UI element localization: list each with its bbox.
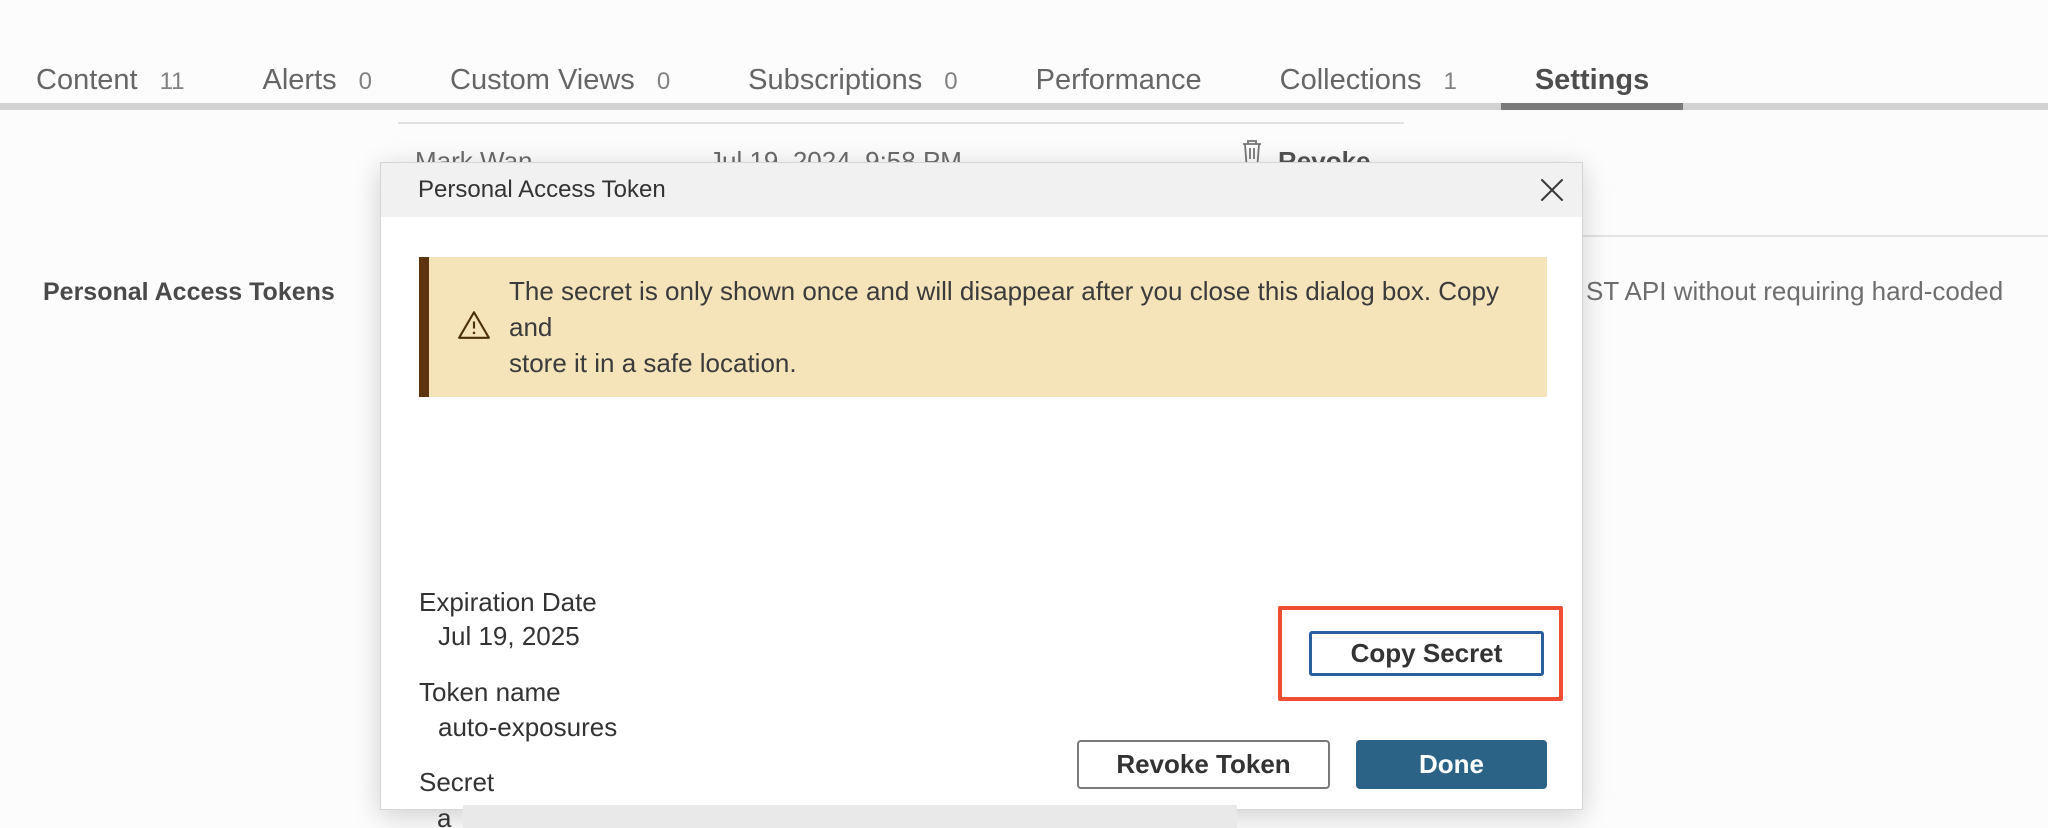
tab-subscriptions[interactable]: Subscriptions 0 xyxy=(714,64,991,103)
tab-bar: Content 11 Alerts 0 Custom Views 0 Subsc… xyxy=(2,0,1693,103)
tab-label: Subscriptions xyxy=(748,64,922,97)
tab-count: 0 xyxy=(657,68,670,96)
tab-count: 1 xyxy=(1443,68,1456,96)
secret-value-row: a xyxy=(437,803,1237,828)
warning-triangle-icon xyxy=(457,309,491,346)
warning-message: The secret is only shown once and will d… xyxy=(509,273,1547,381)
settings-page: Content 11 Alerts 0 Custom Views 0 Subsc… xyxy=(0,0,2048,828)
tabbar-baseline xyxy=(0,103,2048,110)
close-icon[interactable] xyxy=(1538,176,1566,204)
done-button[interactable]: Done xyxy=(1356,740,1547,789)
token-name-label: Token name xyxy=(419,677,561,708)
token-name-value: auto-exposures xyxy=(438,712,617,743)
tab-custom-views[interactable]: Custom Views 0 xyxy=(416,64,704,103)
secret-value: a xyxy=(437,803,451,828)
tab-count: 0 xyxy=(359,68,372,96)
secret-warning-banner: The secret is only shown once and will d… xyxy=(419,257,1547,397)
tab-count: 0 xyxy=(944,68,957,96)
tab-label: Custom Views xyxy=(450,64,635,97)
tab-label: Settings xyxy=(1535,64,1649,97)
section-description-fragment: ST API without requiring hard-coded xyxy=(1586,276,2003,307)
tab-label: Collections xyxy=(1280,64,1422,97)
secret-label: Secret xyxy=(419,767,494,798)
section-divider xyxy=(1583,235,2048,237)
tab-label: Content xyxy=(36,64,138,97)
personal-access-token-dialog: Personal Access Token The secret is only… xyxy=(380,162,1583,810)
secret-masked-bar xyxy=(463,805,1237,828)
copy-secret-button[interactable]: Copy Secret xyxy=(1309,631,1544,676)
section-label: Personal Access Tokens xyxy=(43,278,335,307)
table-row-divider xyxy=(398,122,1404,124)
tab-alerts[interactable]: Alerts 0 xyxy=(229,64,407,103)
tab-performance[interactable]: Performance xyxy=(1002,64,1236,103)
revoke-token-button[interactable]: Revoke Token xyxy=(1077,740,1330,789)
tab-content[interactable]: Content 11 xyxy=(2,64,219,103)
dialog-header: Personal Access Token xyxy=(381,163,1582,217)
tab-settings[interactable]: Settings xyxy=(1501,64,1683,103)
dialog-title: Personal Access Token xyxy=(418,176,666,204)
tab-label: Performance xyxy=(1036,64,1202,97)
tab-collections[interactable]: Collections 1 xyxy=(1246,64,1491,103)
expiration-date-value: Jul 19, 2025 xyxy=(438,621,580,652)
expiration-date-label: Expiration Date xyxy=(419,587,597,618)
tab-count: 11 xyxy=(160,68,185,96)
tab-label: Alerts xyxy=(263,64,337,97)
